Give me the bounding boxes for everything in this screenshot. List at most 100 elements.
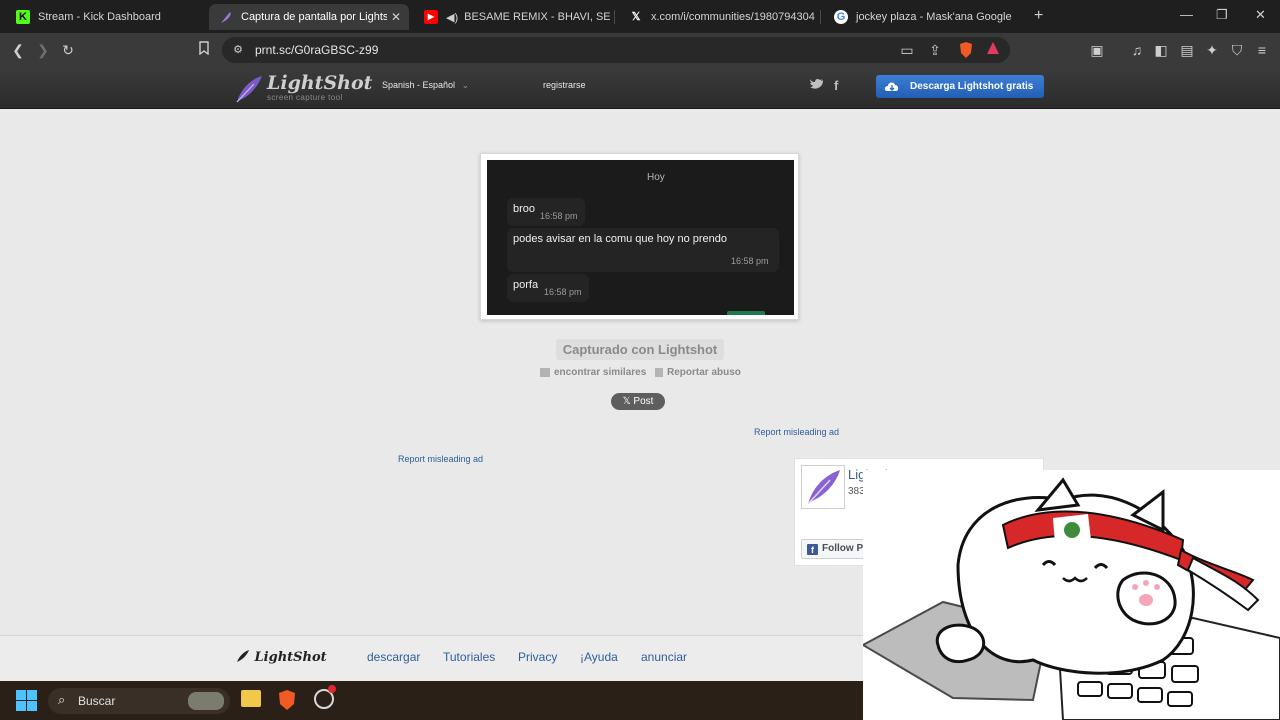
- language-label: Spanish - Español: [382, 80, 456, 90]
- google-icon: G: [834, 10, 848, 24]
- report-misleading-ad-link[interactable]: Report misleading ad: [754, 427, 839, 437]
- back-icon[interactable]: ❮: [9, 41, 27, 59]
- speaker-icon: ◀): [446, 11, 459, 24]
- tab-separator: [614, 10, 615, 24]
- tab-google[interactable]: G jockey plaza - Mask'ana Google: [824, 4, 1024, 30]
- input-bar-edge: [727, 311, 765, 315]
- wallet-icon[interactable]: ▤: [1178, 41, 1196, 59]
- footer-link-privacy[interactable]: Privacy: [518, 650, 557, 664]
- search-icon: ⌕: [58, 692, 66, 707]
- register-link[interactable]: registrarse: [543, 80, 586, 90]
- share-icon[interactable]: ⇪: [926, 41, 944, 59]
- reader-mode-icon[interactable]: ▣: [1088, 41, 1106, 59]
- new-tab-icon[interactable]: +: [1034, 7, 1043, 25]
- logo-subtitle: screen capture tool: [267, 93, 343, 102]
- footer-logo[interactable]: LightShot: [236, 649, 327, 665]
- footer-link-advertise[interactable]: anunciar: [641, 650, 687, 664]
- stream-overlay-cat: [863, 470, 1280, 720]
- page-avatar[interactable]: [801, 465, 845, 509]
- message-time: 16:58 pm: [540, 211, 578, 221]
- brave-browser-icon[interactable]: [277, 689, 297, 716]
- obs-icon[interactable]: [314, 685, 336, 709]
- cast-icon[interactable]: ▭: [898, 41, 916, 59]
- download-lightshot-button[interactable]: Descarga Lightshot gratis: [876, 75, 1044, 98]
- tab-title: jockey plaza - Mask'ana Google: [856, 11, 1012, 23]
- url-text: prnt.sc/G0raGBSC-z99: [255, 43, 379, 57]
- message-text: porfa: [513, 279, 539, 291]
- message-time: 16:58 pm: [544, 287, 582, 297]
- post-label: Post: [633, 396, 654, 407]
- vpn-icon[interactable]: ⛉: [1228, 41, 1246, 59]
- x-icon: 𝕏: [631, 11, 641, 23]
- sidebar-icon[interactable]: ◧: [1152, 41, 1170, 59]
- screenshot-image[interactable]: Hoy broo 16:58 pm podes avisar en la com…: [487, 160, 794, 315]
- tab-kick-dashboard[interactable]: K Stream - Kick Dashboard: [6, 4, 202, 30]
- reload-icon[interactable]: ↻: [59, 41, 77, 59]
- report-abuse-label: Reportar abuso: [667, 367, 741, 378]
- message-text: broo: [513, 203, 536, 215]
- message-time: 16:58 pm: [731, 256, 769, 266]
- download-button-label: Descarga Lightshot gratis: [910, 81, 1034, 92]
- flag-icon: [655, 367, 663, 377]
- close-window-icon[interactable]: ✕: [1255, 7, 1266, 23]
- youtube-icon: ▶: [424, 10, 438, 24]
- windows-start-icon[interactable]: [16, 690, 37, 716]
- brave-shields-icon[interactable]: [957, 41, 975, 59]
- report-abuse-link[interactable]: Reportar abuso: [655, 367, 741, 378]
- tab-x-communities[interactable]: 𝕏 x.com/i/communities/198079430499: [619, 4, 815, 30]
- browser-tab-strip: K Stream - Kick Dashboard Captura de pan…: [0, 0, 1280, 33]
- bookmark-icon[interactable]: [195, 41, 213, 59]
- feather-logo-icon: [237, 650, 249, 662]
- chevron-down-icon: ⌄: [461, 80, 470, 90]
- recording-badge: [328, 685, 336, 693]
- lightshot-logo[interactable]: LightShot screen capture tool: [234, 72, 372, 104]
- footer-link-download[interactable]: descargar: [367, 650, 420, 664]
- footer-link-tutorials[interactable]: Tutoriales: [443, 650, 495, 664]
- find-similar-link[interactable]: encontrar similares: [540, 367, 646, 378]
- search-highlight-icon: [188, 692, 224, 710]
- feather-logo-icon: [236, 76, 262, 103]
- file-explorer-icon[interactable]: [241, 690, 261, 707]
- post-on-x-button[interactable]: 𝕏 Post: [611, 393, 665, 410]
- search-placeholder: Buscar: [78, 694, 116, 708]
- leo-ai-icon[interactable]: ✦: [1203, 41, 1221, 59]
- lightshot-feather-icon: [219, 10, 233, 24]
- logo-title: LightShot: [267, 72, 373, 94]
- follow-label: Follow P: [822, 543, 864, 554]
- tab-title: Captura de pantalla por Lightshot: [241, 11, 387, 23]
- twitter-icon[interactable]: [810, 78, 824, 93]
- chat-day-label: Hoy: [647, 172, 665, 183]
- image-icon: [540, 367, 550, 377]
- feather-logo-icon: [807, 470, 840, 505]
- tab-title: Stream - Kick Dashboard: [38, 11, 161, 23]
- browser-toolbar: ❮ ❯ ↻ ⚙ prnt.sc/G0raGBSC-z99 ▭ ⇪ ▣ ♫ ◧ ▤…: [0, 33, 1280, 67]
- message-text: podes avisar en la comu que hoy no prend…: [513, 233, 728, 245]
- close-tab-icon[interactable]: ✕: [391, 10, 401, 24]
- forward-icon[interactable]: ❯: [34, 41, 52, 59]
- tab-lightshot[interactable]: Captura de pantalla por Lightshot ✕: [209, 4, 409, 30]
- address-bar[interactable]: ⚙ prnt.sc/G0raGBSC-z99 ▭ ⇪: [222, 37, 1010, 63]
- media-icon[interactable]: ♫: [1128, 41, 1146, 59]
- captured-with-lightshot-label: Capturado con Lightshot: [556, 339, 724, 360]
- tab-title: x.com/i/communities/198079430499: [651, 11, 815, 23]
- site-header: LightShot screen capture tool Spanish - …: [0, 67, 1280, 109]
- tab-youtube[interactable]: ▶ ◀) BESAME REMIX - BHAVI, SEVEN K: [414, 4, 610, 30]
- site-info-icon[interactable]: ⚙: [229, 41, 247, 59]
- footer-logo-text: LightShot: [254, 650, 327, 665]
- x-icon: 𝕏: [622, 396, 634, 407]
- tab-title: BESAME REMIX - BHAVI, SEVEN K: [464, 11, 610, 23]
- brave-rewards-icon[interactable]: [984, 41, 1002, 59]
- kick-icon: K: [16, 10, 30, 24]
- language-select[interactable]: Spanish - Español ⌄: [382, 80, 469, 91]
- footer-link-help[interactable]: ¡Ayuda: [580, 650, 618, 664]
- menu-icon[interactable]: ≡: [1253, 41, 1271, 59]
- taskbar-search[interactable]: ⌕ Buscar: [48, 688, 230, 714]
- report-misleading-ad-link[interactable]: Report misleading ad: [398, 454, 483, 464]
- facebook-icon[interactable]: f: [834, 78, 838, 93]
- download-cloud-icon: [884, 82, 899, 91]
- maximize-icon[interactable]: ❐: [1216, 7, 1228, 23]
- minimize-icon[interactable]: —: [1180, 7, 1193, 22]
- tab-separator: [820, 10, 821, 24]
- screenshot-card: Hoy broo 16:58 pm podes avisar en la com…: [480, 153, 799, 320]
- facebook-icon: f: [807, 544, 818, 555]
